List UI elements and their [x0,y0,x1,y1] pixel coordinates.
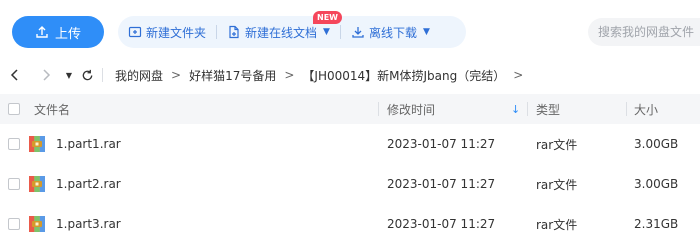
file-table-header: 文件名 修改时间 ↓ 类型 大小 [0,94,700,124]
breadcrumb-item[interactable]: 我的网盘 [115,67,163,84]
new-folder-icon [128,26,142,38]
divider [102,68,103,82]
select-all-checkbox[interactable] [8,103,20,115]
new-folder-button[interactable]: 新建文件夹 [118,16,216,48]
breadcrumb-separator: > [513,68,524,82]
rar-file-icon [29,176,45,192]
history-dropdown-icon[interactable]: ▼ [64,65,74,85]
offline-download-button[interactable]: 离线下载 ▼ [341,16,440,48]
forward-arrow-icon[interactable] [40,65,52,85]
file-name[interactable]: 1.part3.rar [56,217,121,231]
row-checkbox[interactable] [8,178,20,190]
toolbar: 上传 新建文件夹 新建在线文档 ▼ 离线下载 ▼ NEW [0,0,700,62]
table-row[interactable]: 1.part2.rar 2023-01-07 11:27 rar文件 3.00G… [0,165,700,203]
table-row[interactable]: 1.part3.rar 2023-01-07 11:27 rar文件 2.31G… [0,205,700,243]
nav-bar: ▼ 我的网盘 > 好样猫17号备用 > 【JH00014】新M体捞Jbang（完… [0,62,700,88]
file-type: rar文件 [536,137,578,152]
file-size: 3.00GB [634,137,679,151]
rar-file-icon [29,216,45,232]
action-group: 新建文件夹 新建在线文档 ▼ 离线下载 ▼ [118,16,466,48]
breadcrumb-separator: > [284,68,295,82]
refresh-icon[interactable] [80,65,94,85]
column-header-type[interactable]: 类型 [536,101,560,118]
column-divider[interactable] [626,102,627,116]
upload-label: 上传 [54,26,81,42]
file-type: rar文件 [536,217,578,232]
table-row[interactable]: 1.part1.rar 2023-01-07 11:27 rar文件 3.00G… [0,125,700,163]
column-header-modified[interactable]: 修改时间 [387,101,435,118]
chevron-down-icon: ▼ [323,27,330,37]
column-header-name[interactable]: 文件名 [34,101,70,118]
row-checkbox[interactable] [8,138,20,150]
breadcrumb-item[interactable]: 【JH00014】新M体捞Jbang（完结） [302,67,505,84]
column-divider[interactable] [527,102,528,116]
new-online-doc-label: 新建在线文档 [245,25,318,40]
chevron-down-icon: ▼ [422,27,430,37]
breadcrumb-separator: > [171,68,182,82]
rar-file-icon [29,136,45,152]
new-doc-icon [229,25,239,39]
file-modified: 2023-01-07 11:27 [387,217,496,231]
new-badge: NEW [313,11,342,24]
back-arrow-icon[interactable] [8,65,22,85]
row-checkbox[interactable] [8,218,20,230]
breadcrumb-item[interactable]: 好样猫17号备用 [189,67,276,84]
file-size: 3.00GB [634,177,679,191]
file-modified: 2023-01-07 11:27 [387,137,496,151]
file-name[interactable]: 1.part1.rar [56,137,121,151]
file-size: 2.31GB [634,217,679,231]
new-folder-label: 新建文件夹 [146,25,207,40]
download-icon [352,27,364,38]
upload-icon [36,26,48,38]
column-divider[interactable] [378,102,379,116]
file-modified: 2023-01-07 11:27 [387,177,496,191]
upload-button[interactable]: 上传 [12,16,104,48]
offline-download-label: 离线下载 [368,25,417,40]
sort-desc-icon[interactable]: ↓ [511,103,520,116]
search-input[interactable] [588,18,700,46]
file-type: rar文件 [536,177,578,192]
column-header-size[interactable]: 大小 [634,101,658,118]
file-name[interactable]: 1.part2.rar [56,177,121,191]
